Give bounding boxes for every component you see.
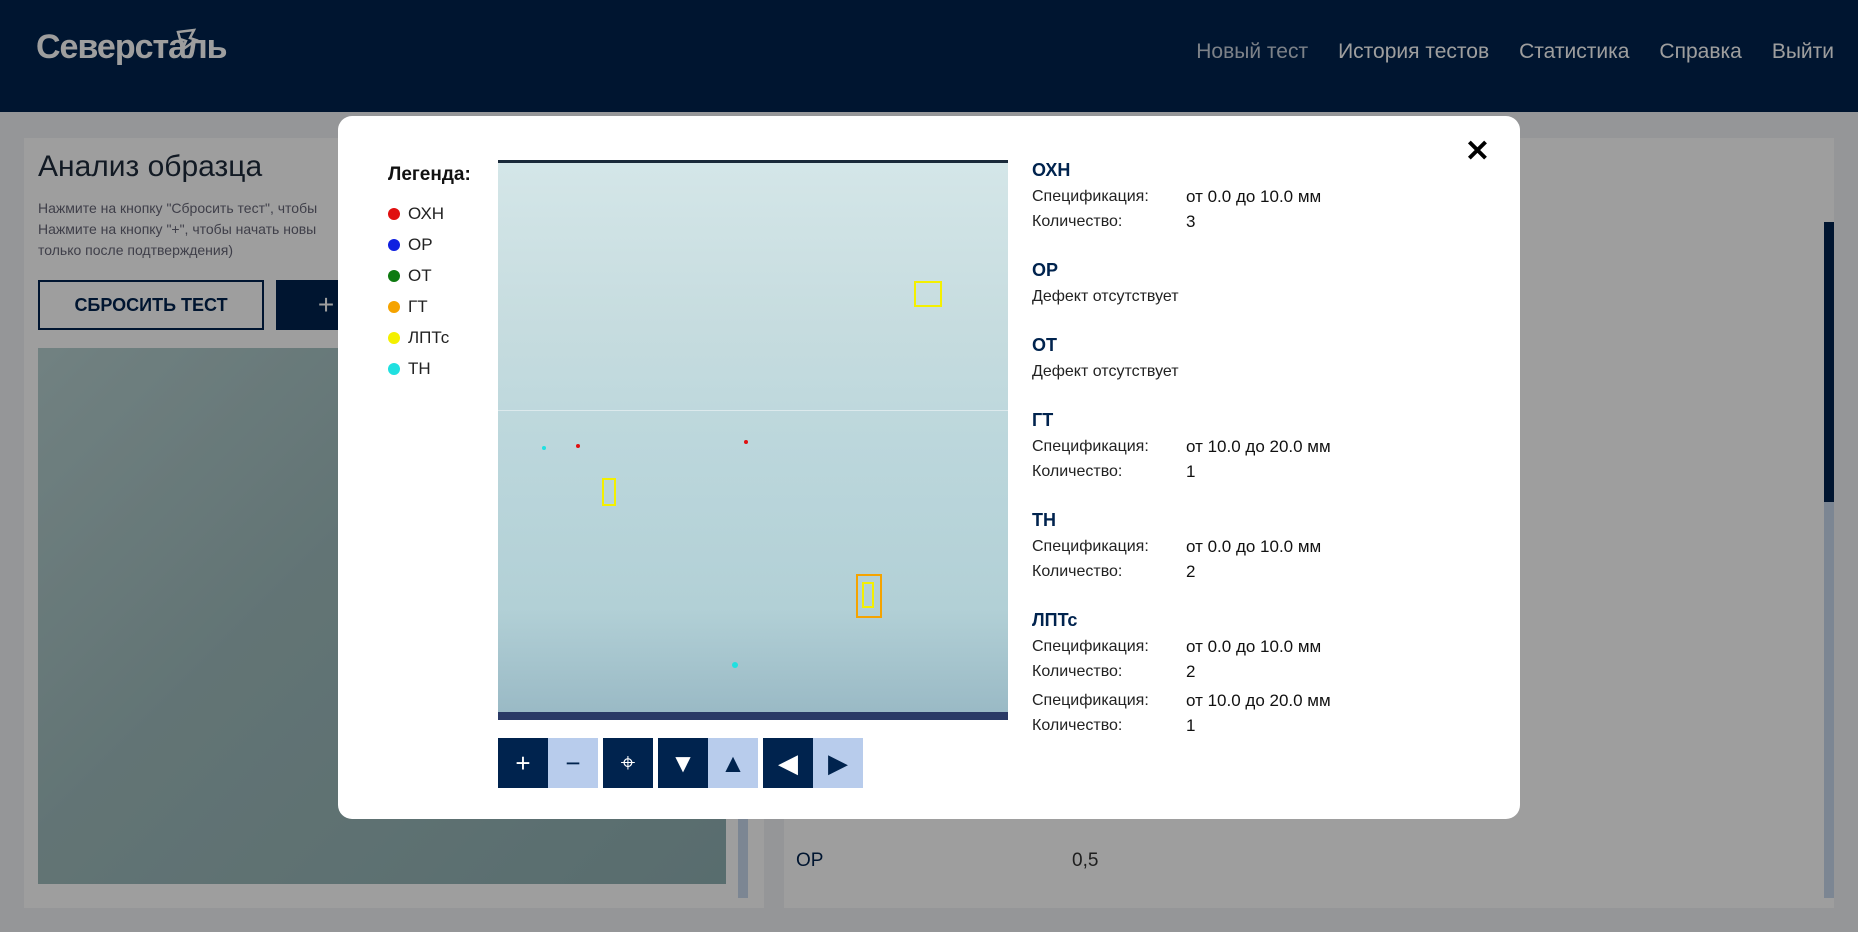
count-label: Количество: (1032, 562, 1123, 580)
legend-label: ТН (408, 358, 431, 378)
arrow-down-button[interactable]: ▼ (658, 738, 708, 788)
defect-absent: Дефект отсутствует (1032, 288, 1179, 305)
legend-dot-icon (388, 238, 400, 251)
legend-title: Легенда: (388, 164, 471, 185)
legend-item: ГТ (388, 291, 471, 322)
count-row: Количество: 2 (1032, 659, 1472, 684)
legend-item: ОР (388, 229, 471, 260)
zoom-out-button[interactable]: − (548, 738, 598, 788)
defect-modal: ✕ Легенда: ОХН ОР ОТ ГТ ЛПТс ТН + − ⌖ ▼ … (338, 116, 1520, 819)
defect-title: ГТ (1032, 410, 1054, 430)
count-row: Количество: 3 (1032, 209, 1472, 234)
legend-item: ЛПТс (388, 322, 471, 353)
legend-dot-icon (388, 362, 400, 375)
count-value: 3 (1186, 211, 1196, 231)
defect-title: ТН (1032, 510, 1056, 530)
spec-row: Спецификация: от 10.0 до 20.0 мм (1032, 688, 1472, 713)
count-row: Количество: 1 (1032, 459, 1472, 484)
defect-title: ОТ (1032, 335, 1057, 355)
legend-label: ГТ (408, 296, 428, 316)
spec-value: от 0.0 до 10.0 мм (1186, 186, 1322, 206)
arrow-right-button[interactable]: ▶ (813, 738, 863, 788)
spec-value: от 0.0 до 10.0 мм (1186, 536, 1322, 556)
legend-item: ОХН (388, 198, 471, 229)
arrow-up-button[interactable]: ▲ (708, 738, 758, 788)
legend-label: ЛПТс (408, 327, 450, 347)
count-value: 1 (1186, 461, 1196, 481)
legend-item: ОТ (388, 260, 471, 291)
count-value: 2 (1186, 661, 1196, 681)
defect-title: ОР (1032, 260, 1059, 280)
count-row: Количество: 1 (1032, 713, 1472, 738)
defect-details: ОХН Спецификация: от 0.0 до 10.0 мм Колич… (1032, 160, 1472, 738)
count-label: Количество: (1032, 716, 1123, 734)
arrow-left-button[interactable]: ◀ (763, 738, 813, 788)
count-value: 2 (1186, 561, 1196, 581)
legend: Легенда: ОХН ОР ОТ ГТ ЛПТс ТН (388, 164, 471, 384)
count-label: Количество: (1032, 662, 1123, 680)
defect-box-lpts[interactable] (602, 478, 616, 506)
center-icon[interactable]: ⌖ (603, 738, 653, 788)
viewer-controls: + − ⌖ ▼ ▲ ◀ ▶ (498, 738, 863, 788)
legend-dot-icon (388, 331, 400, 344)
legend-item: ТН (388, 353, 471, 384)
spec-row: Спецификация: от 0.0 до 10.0 мм (1032, 634, 1472, 659)
spec-value: от 10.0 до 20.0 мм (1186, 436, 1331, 456)
count-label: Количество: (1032, 212, 1123, 230)
defect-marker-th[interactable] (732, 662, 738, 668)
spec-label: Спецификация: (1032, 637, 1149, 655)
legend-label: ОТ (408, 265, 432, 285)
spec-value: от 0.0 до 10.0 мм (1186, 636, 1322, 656)
count-label: Количество: (1032, 462, 1123, 480)
defect-marker-ohn[interactable] (744, 440, 748, 444)
spec-value: от 10.0 до 20.0 мм (1186, 690, 1331, 710)
spec-label: Спецификация: (1032, 187, 1149, 205)
legend-label: ОР (408, 234, 433, 254)
defect-box-lpts[interactable] (914, 281, 942, 307)
spec-label: Спецификация: (1032, 437, 1149, 455)
defect-title: ОХН (1032, 160, 1071, 180)
surface-line (498, 410, 1008, 411)
spec-row: Спецификация: от 0.0 до 10.0 мм (1032, 184, 1472, 209)
spec-row: Спецификация: от 0.0 до 10.0 мм (1032, 534, 1472, 559)
spec-label: Спецификация: (1032, 537, 1149, 555)
legend-label: ОХН (408, 203, 445, 223)
image-edge (498, 712, 1008, 720)
defect-image-viewer[interactable] (498, 160, 1008, 720)
defect-absent: Дефект отсутствует (1032, 363, 1179, 380)
legend-dot-icon (388, 300, 400, 313)
count-row: Количество: 2 (1032, 559, 1472, 584)
zoom-in-button[interactable]: + (498, 738, 548, 788)
count-value: 1 (1186, 715, 1196, 735)
defect-marker-th[interactable] (542, 446, 546, 450)
spec-label: Спецификация: (1032, 691, 1149, 709)
defect-box-lpts[interactable] (862, 582, 874, 608)
defect-title: ЛПТс (1032, 610, 1078, 630)
legend-dot-icon (388, 269, 400, 282)
defect-marker-ohn[interactable] (576, 444, 580, 448)
spec-row: Спецификация: от 10.0 до 20.0 мм (1032, 434, 1472, 459)
legend-dot-icon (388, 207, 400, 220)
